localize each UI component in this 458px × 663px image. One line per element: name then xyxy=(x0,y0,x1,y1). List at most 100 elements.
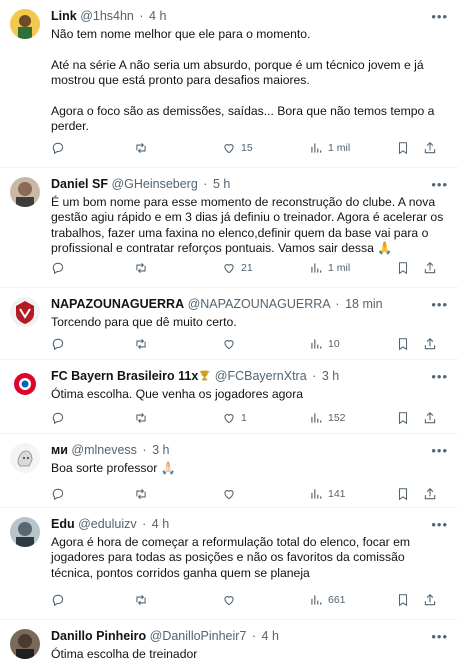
bookmark-button[interactable] xyxy=(396,487,410,501)
more-icon[interactable]: ••• xyxy=(431,296,448,313)
views-button[interactable]: 1 mil xyxy=(309,141,350,155)
reply-button[interactable] xyxy=(51,337,70,351)
share-icon xyxy=(424,338,436,350)
more-icon[interactable]: ••• xyxy=(431,516,448,533)
retweet-button[interactable] xyxy=(134,411,153,425)
tweet-time[interactable]: 18 min xyxy=(345,297,383,311)
bookmark-button[interactable] xyxy=(396,411,410,425)
share-button[interactable] xyxy=(423,261,437,275)
reply-button[interactable] xyxy=(51,141,70,155)
share-icon xyxy=(424,262,436,274)
bookmark-button[interactable] xyxy=(396,141,410,155)
tweet[interactable]: Danillo Pinheiro @DanilloPinheir7 · 4 h … xyxy=(0,620,458,663)
retweet-icon xyxy=(136,338,146,350)
reply-button[interactable] xyxy=(51,411,70,425)
author-handle[interactable]: @eduluizv xyxy=(78,517,137,531)
views-button[interactable]: 10 xyxy=(309,337,340,351)
tweet-text: Agora é hora de começar a reformulação t… xyxy=(51,535,411,580)
more-icon[interactable]: ••• xyxy=(431,628,448,645)
like-button[interactable]: 21 xyxy=(222,261,253,275)
like-count: 1 xyxy=(241,412,247,424)
reply-button[interactable] xyxy=(51,261,70,275)
avatar[interactable] xyxy=(10,369,40,399)
more-icon[interactable]: ••• xyxy=(431,8,448,25)
tweet-header: NAPAZOUNAGUERRA @NAPAZOUNAGUERRA · 18 mi… xyxy=(51,296,448,313)
reply-button[interactable] xyxy=(51,487,70,501)
tweet[interactable]: Edu @eduluizv · 4 h ••• Agora é hora de … xyxy=(0,508,458,620)
tweet-actions: 21 1 mil xyxy=(51,260,448,276)
tweet[interactable]: FC Bayern Brasileiro 11x @FCBayernXtra ·… xyxy=(0,360,458,434)
bookmark-button[interactable] xyxy=(396,261,410,275)
reply-button[interactable] xyxy=(51,593,70,607)
retweet-icon xyxy=(136,594,146,606)
avatar[interactable] xyxy=(10,629,40,659)
like-button[interactable] xyxy=(222,487,241,501)
author-name[interactable]: Edu xyxy=(51,517,75,531)
retweet-button[interactable] xyxy=(134,261,153,275)
views-icon xyxy=(311,595,322,605)
tweet[interactable]: ми @mlnevess · 3 h ••• Boa sorte profess… xyxy=(0,434,458,508)
share-button[interactable] xyxy=(423,487,437,501)
share-icon xyxy=(424,488,436,500)
separator-dot: · xyxy=(142,517,147,531)
tweet-time[interactable]: 5 h xyxy=(213,177,230,191)
retweet-button[interactable] xyxy=(134,593,153,607)
tweet-time[interactable]: 3 h xyxy=(152,443,169,457)
tweet[interactable]: Daniel SF @GHeinseberg · 5 h ••• É um bo… xyxy=(0,168,458,288)
tweet-time[interactable]: 4 h xyxy=(262,629,279,643)
like-button[interactable] xyxy=(222,337,241,351)
bookmark-icon xyxy=(398,412,408,425)
bookmark-icon xyxy=(398,338,408,351)
tweet[interactable]: NAPAZOUNAGUERRA @NAPAZOUNAGUERRA · 18 mi… xyxy=(0,288,458,360)
author-handle[interactable]: @1hs4hn xyxy=(80,9,134,23)
like-button[interactable]: 15 xyxy=(222,141,253,155)
tweet-time[interactable]: 3 h xyxy=(322,369,339,383)
more-icon[interactable]: ••• xyxy=(431,442,448,459)
bookmark-button[interactable] xyxy=(396,593,410,607)
more-icon[interactable]: ••• xyxy=(431,176,448,193)
author-name[interactable]: Link xyxy=(51,9,77,23)
tweet-header: FC Bayern Brasileiro 11x @FCBayernXtra ·… xyxy=(51,368,448,385)
avatar[interactable] xyxy=(10,297,40,327)
tweet-actions: 661 xyxy=(51,592,448,608)
views-button[interactable]: 1 mil xyxy=(309,261,350,275)
views-button[interactable]: 661 xyxy=(309,593,346,607)
views-button[interactable]: 152 xyxy=(309,411,346,425)
separator-dot: · xyxy=(203,177,208,191)
author-handle[interactable]: @GHeinseberg xyxy=(111,177,197,191)
retweet-button[interactable] xyxy=(134,337,153,351)
separator-dot: · xyxy=(251,629,257,643)
share-button[interactable] xyxy=(423,141,437,155)
author-handle[interactable]: @FCBayernXtra xyxy=(215,369,307,383)
retweet-button[interactable] xyxy=(134,141,153,155)
avatar[interactable] xyxy=(10,9,40,39)
avatar[interactable] xyxy=(10,517,40,547)
author-name[interactable]: ми xyxy=(51,443,68,457)
author-handle[interactable]: @DanilloPinheir7 xyxy=(150,629,247,643)
like-button[interactable]: 1 xyxy=(222,411,247,425)
avatar[interactable] xyxy=(10,443,40,473)
tweet-text: Ótima escolha de treinador xyxy=(51,647,198,661)
tweet[interactable]: Link @1hs4hn · 4 h ••• Não tem nome melh… xyxy=(0,0,458,168)
share-button[interactable] xyxy=(423,337,437,351)
author-handle[interactable]: @NAPAZOUNAGUERRA xyxy=(188,297,330,311)
author-name[interactable]: NAPAZOUNAGUERRA xyxy=(51,297,184,311)
author-name[interactable]: Daniel SF xyxy=(51,177,108,191)
author-name[interactable]: Danillo Pinheiro xyxy=(51,629,146,643)
tweet-header: Danillo Pinheiro @DanilloPinheir7 · 4 h … xyxy=(51,628,448,645)
like-icon xyxy=(224,144,234,154)
retweet-button[interactable] xyxy=(134,487,153,501)
views-button[interactable]: 141 xyxy=(309,487,346,501)
like-button[interactable] xyxy=(222,593,241,607)
avatar[interactable] xyxy=(10,177,40,207)
reply-icon xyxy=(52,262,64,275)
author-name[interactable]: FC Bayern Brasileiro 11x xyxy=(51,369,198,383)
tweet-time[interactable]: 4 h xyxy=(152,517,169,531)
author-handle[interactable]: @mlnevess xyxy=(71,443,137,457)
share-button[interactable] xyxy=(423,593,437,607)
bookmark-button[interactable] xyxy=(396,337,410,351)
share-button[interactable] xyxy=(423,411,437,425)
more-icon[interactable]: ••• xyxy=(431,368,448,385)
tweet-time[interactable]: 4 h xyxy=(149,9,166,23)
reply-icon xyxy=(52,412,64,425)
